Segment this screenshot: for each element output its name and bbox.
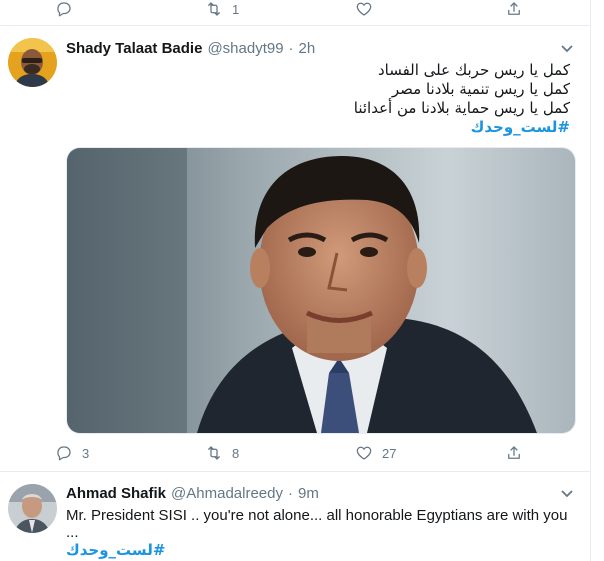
timestamp[interactable]: 9m bbox=[298, 485, 319, 502]
chevron-down-icon bbox=[561, 45, 573, 53]
tweet-image[interactable] bbox=[66, 147, 576, 434]
separator: · bbox=[288, 40, 294, 57]
hashtag-link[interactable]: #لست_وحدك bbox=[66, 540, 576, 560]
reply-button[interactable]: 3 bbox=[55, 444, 145, 462]
tweet-line: كمل يا ريس حماية بلادنا من أعدائنا bbox=[353, 99, 570, 117]
reply-icon bbox=[57, 446, 71, 461]
like-button[interactable] bbox=[355, 0, 445, 18]
like-count: 27 bbox=[382, 445, 397, 461]
retweet-icon bbox=[208, 446, 220, 460]
author-handle[interactable]: @Ahmadalreedy bbox=[171, 485, 283, 502]
tweet-text: Mr. President SISI .. you're not alone..… bbox=[66, 506, 576, 560]
reply-icon bbox=[57, 2, 71, 17]
reply-count: 3 bbox=[82, 445, 90, 461]
tweet-header: Shady Talaat Badie @shadyt99 · 2h bbox=[66, 40, 315, 57]
author-handle[interactable]: @shadyt99 bbox=[207, 40, 283, 57]
tweet-line: Mr. President SISI .. you're not alone..… bbox=[66, 507, 568, 524]
tweet-text: كمل يا ريس حربك على الفساد كمل يا ريس تن… bbox=[70, 61, 570, 137]
share-button[interactable] bbox=[505, 444, 525, 462]
tweet-menu-button[interactable] bbox=[560, 41, 574, 55]
retweet-button[interactable]: 1 bbox=[205, 0, 295, 18]
avatar[interactable] bbox=[8, 38, 57, 87]
share-button[interactable] bbox=[505, 0, 525, 18]
share-icon bbox=[508, 446, 520, 459]
author-name[interactable]: Shady Talaat Badie bbox=[66, 40, 202, 57]
retweet-count: 8 bbox=[232, 445, 240, 461]
chevron-down-icon bbox=[561, 490, 573, 498]
tweet-actions: 3 8 27 bbox=[55, 444, 525, 462]
tweet-actions-previous: 1 bbox=[55, 0, 525, 18]
author-name[interactable]: Ahmad Shafik bbox=[66, 485, 166, 502]
hashtag-link[interactable]: #لست_وحدك bbox=[70, 118, 570, 137]
timestamp[interactable]: 2h bbox=[299, 40, 316, 57]
like-icon bbox=[356, 2, 372, 16]
retweet-button[interactable]: 8 bbox=[205, 444, 295, 462]
retweet-count: 1 bbox=[232, 1, 240, 17]
reply-button[interactable] bbox=[55, 0, 145, 18]
avatar[interactable] bbox=[8, 484, 57, 533]
tweet-line: كمل يا ريس تنمية بلادنا مصر bbox=[391, 80, 570, 98]
tweet-line: ... bbox=[66, 524, 79, 541]
divider bbox=[0, 25, 590, 26]
like-icon bbox=[356, 446, 372, 460]
timeline: 1 Shady Talaat Badie @shadyt99 · 2h كمل … bbox=[0, 0, 591, 561]
retweet-icon bbox=[208, 2, 220, 16]
tweet-line: كمل يا ريس حربك على الفساد bbox=[377, 61, 570, 79]
separator: · bbox=[287, 485, 293, 502]
divider bbox=[0, 471, 590, 472]
share-icon bbox=[508, 2, 520, 15]
tweet-header: Ahmad Shafik @Ahmadalreedy · 9m bbox=[66, 485, 319, 502]
like-button[interactable]: 27 bbox=[355, 444, 445, 462]
tweet-menu-button[interactable] bbox=[560, 486, 574, 500]
